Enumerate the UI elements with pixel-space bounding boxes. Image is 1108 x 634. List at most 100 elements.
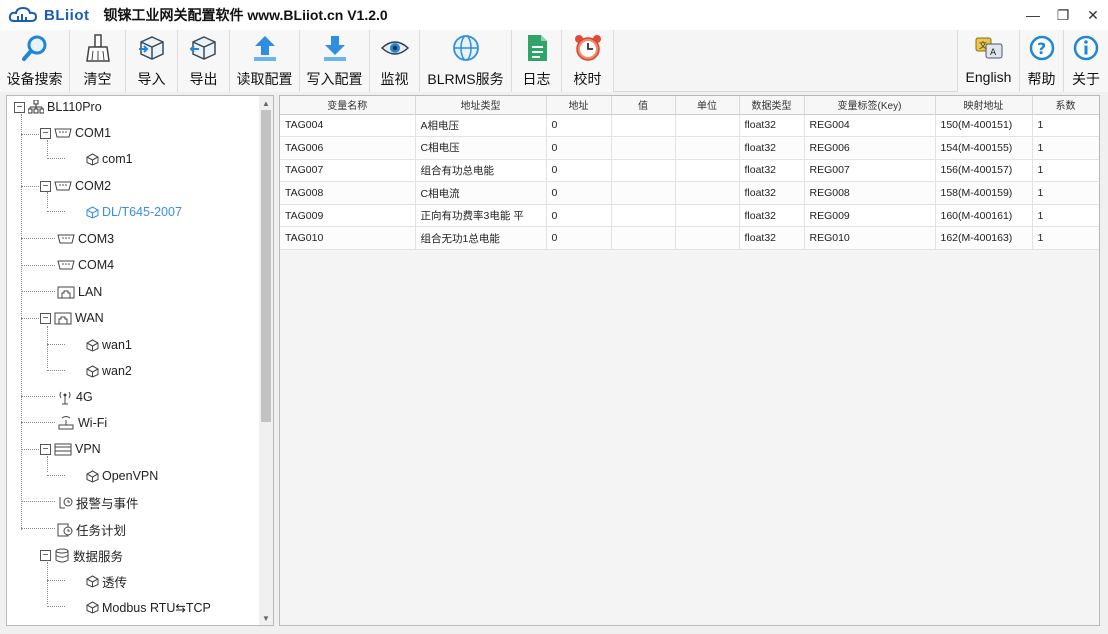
cell-unit[interactable] <box>675 181 740 205</box>
clear-button[interactable]: 清空 <box>70 30 126 92</box>
tree-node-alarm[interactable]: 报警与事件 <box>57 493 139 511</box>
collapse-toggle[interactable]: − <box>40 312 51 324</box>
table-row[interactable]: TAG004 A相电压 0 float32 REG004 150(M-40015… <box>280 114 1099 138</box>
cell-value[interactable] <box>611 136 676 160</box>
read-config-button[interactable]: 读取配置 <box>230 30 300 92</box>
collapse-toggle[interactable]: − <box>40 443 51 455</box>
tree-node-wan[interactable]: − WAN <box>40 309 104 327</box>
cell-map-addr[interactable]: 162(M-400163) <box>935 226 1033 251</box>
tree-scrollbar[interactable]: ▲ ▼ <box>259 96 273 625</box>
cell-var-name[interactable]: TAG004 <box>280 114 416 138</box>
cell-data-type[interactable]: float32 <box>739 136 805 160</box>
cell-key[interactable]: REG010 <box>804 226 936 251</box>
scroll-up-icon[interactable]: ▲ <box>259 96 273 110</box>
cell-addr[interactable]: 0 <box>546 181 612 205</box>
cell-coef[interactable]: 1 <box>1032 226 1099 251</box>
tree-node-com2[interactable]: − COM2 <box>40 177 111 195</box>
tree-node-com2-device[interactable]: DL/T645-2007 <box>86 203 182 221</box>
cell-data-type[interactable]: float32 <box>739 159 805 183</box>
scroll-thumb[interactable] <box>261 110 271 422</box>
cell-unit[interactable] <box>675 159 740 183</box>
cell-key[interactable]: REG006 <box>804 136 936 160</box>
cell-unit[interactable] <box>675 226 740 251</box>
cell-addr-type[interactable]: 组合有功总电能 <box>415 159 547 183</box>
scroll-down-icon[interactable]: ▼ <box>259 611 273 625</box>
cell-coef[interactable]: 1 <box>1032 159 1099 183</box>
tree-node-com1[interactable]: − COM1 <box>40 124 111 142</box>
cell-addr[interactable]: 0 <box>546 204 612 228</box>
tree-node-4g[interactable]: 4G <box>57 388 93 406</box>
maximize-button[interactable]: ❐ <box>1048 0 1078 30</box>
tree-node-passthrough[interactable]: 透传 <box>86 572 127 590</box>
col-header-data-type[interactable]: 数据类型 <box>739 96 805 115</box>
table-row[interactable]: TAG010 组合无功1总电能 0 float32 REG010 162(M-4… <box>280 226 1099 251</box>
collapse-toggle[interactable]: − <box>40 127 51 139</box>
cell-key[interactable]: REG009 <box>804 204 936 228</box>
cell-unit[interactable] <box>675 114 740 138</box>
cell-map-addr[interactable]: 156(M-400157) <box>935 159 1033 183</box>
cell-var-name[interactable]: TAG006 <box>280 136 416 160</box>
cell-unit[interactable] <box>675 136 740 160</box>
col-header-coef[interactable]: 系数 <box>1032 96 1099 115</box>
cell-data-type[interactable]: float32 <box>739 114 805 138</box>
cell-data-type[interactable]: float32 <box>739 204 805 228</box>
monitor-button[interactable]: 监视 <box>370 30 420 92</box>
collapse-toggle[interactable]: − <box>40 180 51 192</box>
cell-value[interactable] <box>611 114 676 138</box>
english-button[interactable]: 文A English <box>958 30 1020 92</box>
cell-coef[interactable]: 1 <box>1032 204 1099 228</box>
time-sync-button[interactable]: 校时 <box>562 30 614 92</box>
tree-node-modbus[interactable]: Modbus RTU⇆TCP <box>86 598 211 616</box>
cell-key[interactable]: REG004 <box>804 114 936 138</box>
tree-node-vpn[interactable]: − VPN <box>40 440 101 458</box>
device-search-button[interactable]: 设备搜索 <box>0 30 70 92</box>
table-row[interactable]: TAG008 C相电流 0 float32 REG008 158(M-40015… <box>280 181 1099 205</box>
tree-node-wifi[interactable]: Wi-Fi <box>57 414 107 432</box>
tree-node-data-service[interactable]: − 数据服务 <box>40 546 123 564</box>
table-row[interactable]: TAG007 组合有功总电能 0 float32 REG007 156(M-40… <box>280 159 1099 183</box>
col-header-value[interactable]: 值 <box>611 96 676 115</box>
export-button[interactable]: 导出 <box>178 30 230 92</box>
cell-var-name[interactable]: TAG009 <box>280 204 416 228</box>
cell-addr-type[interactable]: C相电压 <box>415 136 547 160</box>
cell-value[interactable] <box>611 226 676 251</box>
cell-coef[interactable]: 1 <box>1032 181 1099 205</box>
collapse-toggle[interactable]: − <box>14 101 25 113</box>
col-header-addr[interactable]: 地址 <box>546 96 612 115</box>
import-button[interactable]: 导入 <box>126 30 178 92</box>
tree-node-com4[interactable]: COM4 <box>57 256 114 274</box>
cell-map-addr[interactable]: 154(M-400155) <box>935 136 1033 160</box>
cell-addr[interactable]: 0 <box>546 136 612 160</box>
col-header-var-name[interactable]: 变量名称 <box>280 96 416 115</box>
cell-addr[interactable]: 0 <box>546 226 612 251</box>
cell-addr-type[interactable]: 正向有功费率3电能 平 <box>415 204 547 228</box>
cell-data-type[interactable]: float32 <box>739 181 805 205</box>
cell-addr[interactable]: 0 <box>546 159 612 183</box>
col-header-addr-type[interactable]: 地址类型 <box>415 96 547 115</box>
cell-var-name[interactable]: TAG008 <box>280 181 416 205</box>
cell-map-addr[interactable]: 158(M-400159) <box>935 181 1033 205</box>
tree-node-lan[interactable]: LAN <box>57 283 102 301</box>
cell-var-name[interactable]: TAG007 <box>280 159 416 183</box>
cell-coef[interactable]: 1 <box>1032 136 1099 160</box>
col-header-map-addr[interactable]: 映射地址 <box>935 96 1033 115</box>
table-row[interactable]: TAG006 C相电压 0 float32 REG006 154(M-40015… <box>280 136 1099 160</box>
cell-addr-type[interactable]: A相电压 <box>415 114 547 138</box>
cell-unit[interactable] <box>675 204 740 228</box>
tree-node-wan2[interactable]: wan2 <box>86 362 132 380</box>
table-row[interactable]: TAG009 正向有功费率3电能 平 0 float32 REG009 160(… <box>280 204 1099 228</box>
cell-map-addr[interactable]: 160(M-400161) <box>935 204 1033 228</box>
cell-key[interactable]: REG008 <box>804 181 936 205</box>
cell-addr-type[interactable]: 组合无功1总电能 <box>415 226 547 251</box>
tree-node-com1-device[interactable]: com1 <box>86 150 133 168</box>
cell-data-type[interactable]: float32 <box>739 226 805 251</box>
cell-var-name[interactable]: TAG010 <box>280 226 416 251</box>
tree-node-task[interactable]: 任务计划 <box>57 520 126 538</box>
cell-coef[interactable]: 1 <box>1032 114 1099 138</box>
tree-node-openvpn[interactable]: OpenVPN <box>86 467 158 485</box>
minimize-button[interactable]: — <box>1018 0 1048 30</box>
help-button[interactable]: ? 帮助 <box>1020 30 1064 92</box>
tree-node-com3[interactable]: COM3 <box>57 230 114 248</box>
cell-addr[interactable]: 0 <box>546 114 612 138</box>
collapse-toggle[interactable]: − <box>40 549 51 561</box>
